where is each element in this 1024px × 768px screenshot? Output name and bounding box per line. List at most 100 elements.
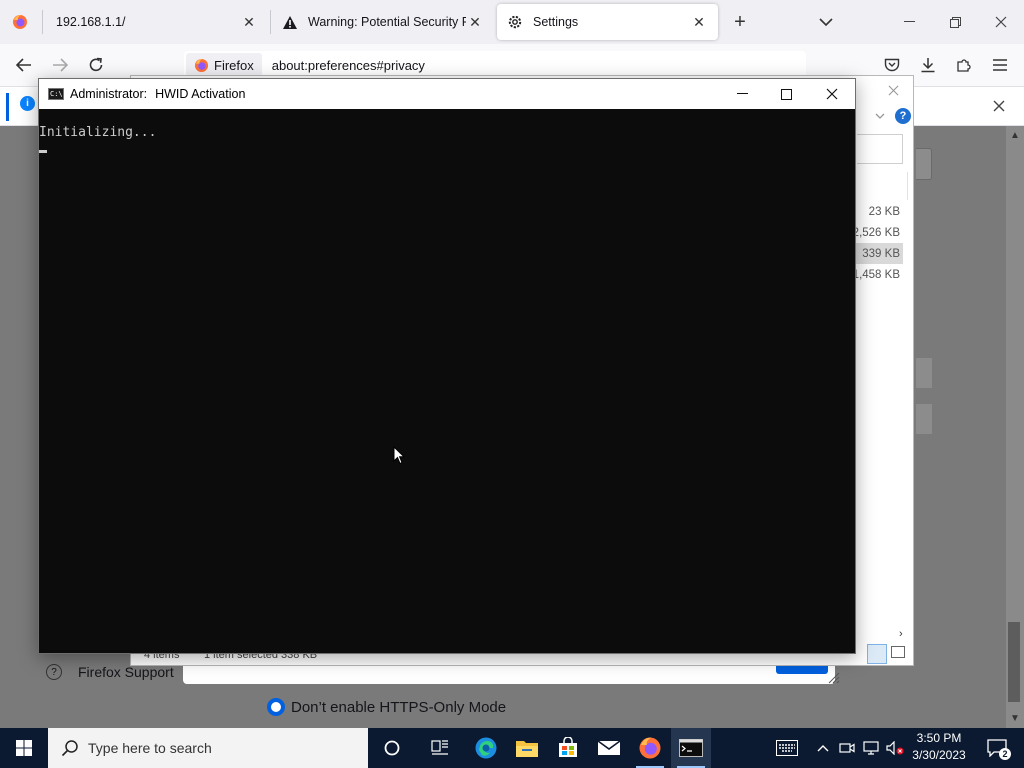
thumbnail-view-icon[interactable] — [891, 646, 905, 658]
new-tab-button[interactable]: + — [726, 0, 754, 44]
start-button[interactable] — [0, 728, 48, 768]
scrollbar-thumb[interactable] — [1008, 622, 1020, 702]
downloads-button[interactable] — [912, 44, 944, 86]
search-placeholder: Type here to search — [88, 740, 212, 756]
close-icon — [995, 16, 1007, 28]
restore-window-button[interactable] — [932, 0, 978, 44]
app-menu-button[interactable] — [984, 44, 1016, 86]
close-icon — [888, 85, 898, 95]
restore-icon — [949, 16, 961, 28]
terminal-icon — [679, 739, 703, 757]
tab-title: Settings — [533, 15, 579, 29]
minimize-icon — [903, 21, 915, 22]
back-button[interactable] — [8, 44, 40, 86]
dialog-close-button[interactable] — [883, 80, 903, 100]
scroll-down-arrow-icon[interactable]: ▼ — [1006, 713, 1024, 724]
network-icon — [863, 741, 879, 755]
firefox-support-link[interactable]: ? Firefox Support — [46, 664, 174, 680]
radio-button[interactable] — [267, 698, 285, 716]
scroll-up-arrow-icon[interactable]: ▲ — [1006, 130, 1024, 141]
keyboard-icon — [776, 740, 798, 756]
keyboard-language-button[interactable] — [772, 728, 802, 768]
close-notification-button[interactable] — [988, 95, 1010, 117]
console-output[interactable]: Initializing... — [39, 109, 855, 653]
console-window[interactable]: C:\ Administrator: HWID Activation Initi… — [38, 78, 856, 654]
meet-now-button[interactable] — [836, 728, 858, 768]
console-maximize-button[interactable] — [763, 79, 809, 109]
maximize-icon — [780, 88, 792, 100]
identity-box[interactable]: Firefox — [186, 53, 262, 77]
list-all-tabs-button[interactable] — [812, 0, 840, 44]
dialog-scroll-right-icon[interactable]: › — [899, 628, 903, 640]
close-tab-icon[interactable]: ✕ — [240, 14, 258, 31]
https-only-radio-option[interactable]: Don’t enable HTTPS-Only Mode — [267, 698, 506, 716]
puzzle-icon — [957, 59, 971, 72]
volume-muted-icon — [886, 741, 904, 755]
resize-grip-icon — [828, 672, 840, 684]
taskbar-mail[interactable] — [589, 728, 629, 768]
action-center-button[interactable]: 2 — [982, 728, 1012, 768]
taskbar-store[interactable] — [548, 728, 588, 768]
chevron-down-icon — [819, 18, 833, 27]
back-arrow-icon — [16, 58, 31, 72]
hamburger-menu-icon — [993, 59, 1007, 71]
taskbar-file-explorer[interactable] — [507, 728, 547, 768]
dimmed-field — [916, 148, 932, 180]
firefox-icon — [13, 15, 27, 29]
console-title: HWID Activation — [155, 87, 246, 101]
tab-router[interactable]: 192.168.1.1/ ✕ — [44, 0, 268, 44]
tab-security-warning[interactable]: Warning: Potential Security Risk Ahead ✕ — [272, 0, 494, 44]
chevron-up-icon — [817, 745, 829, 752]
firefox-icon — [194, 58, 209, 72]
download-icon — [921, 58, 935, 73]
extensions-button[interactable] — [948, 44, 980, 86]
info-icon: i — [20, 96, 35, 111]
taskbar-firefox[interactable] — [630, 728, 670, 768]
dimmed-button — [916, 404, 932, 434]
help-icon: ? — [46, 664, 62, 680]
taskbar: Type here to search 3:50 PM 3/30/2023 2 — [0, 728, 1024, 768]
text-cursor — [39, 150, 47, 153]
search-icon — [61, 740, 78, 757]
volume-button[interactable] — [884, 728, 906, 768]
taskbar-search-box[interactable]: Type here to search — [48, 728, 368, 768]
forward-arrow-icon — [53, 58, 68, 72]
close-tab-icon[interactable]: ✕ — [466, 14, 484, 31]
task-view-icon — [431, 740, 448, 755]
plus-icon: + — [734, 10, 746, 33]
close-tab-icon[interactable]: ✕ — [690, 14, 708, 31]
url-text[interactable]: about:preferences#privacy — [272, 58, 425, 73]
dialog-divider — [907, 172, 908, 200]
mouse-pointer-icon — [393, 446, 405, 465]
clock-date: 3/30/2023 — [912, 748, 966, 762]
dialog-search-box[interactable] — [857, 134, 903, 164]
taskbar-edge[interactable] — [466, 728, 506, 768]
taskbar-command-prompt[interactable] — [671, 728, 711, 768]
close-window-button[interactable] — [978, 0, 1024, 44]
firefox-view-button[interactable] — [0, 0, 40, 44]
dimmed-input — [183, 664, 835, 684]
tab-title: 192.168.1.1/ — [56, 15, 126, 29]
dialog-chevron[interactable] — [875, 108, 885, 123]
console-title-bar[interactable]: C:\ Administrator: HWID Activation — [39, 79, 855, 109]
minimize-icon — [736, 93, 748, 94]
show-hidden-icons-button[interactable] — [812, 728, 834, 768]
dialog-help-icon[interactable]: ? — [895, 108, 911, 124]
support-label: Firefox Support — [78, 664, 174, 680]
folder-icon — [516, 741, 538, 757]
tab-settings[interactable]: Settings ✕ — [497, 4, 718, 40]
warning-icon — [283, 15, 297, 29]
reload-icon — [89, 57, 103, 72]
minimize-window-button[interactable] — [886, 0, 932, 44]
network-button[interactable] — [860, 728, 882, 768]
console-close-button[interactable] — [809, 79, 855, 109]
task-view-button[interactable] — [420, 728, 460, 768]
command-prompt-icon: C:\ — [48, 88, 64, 100]
tab-separator — [270, 10, 271, 34]
camera-icon — [839, 743, 855, 753]
details-view-icon[interactable] — [867, 644, 887, 664]
system-clock[interactable]: 3:50 PM 3/30/2023 — [906, 730, 972, 764]
console-minimize-button[interactable] — [719, 79, 765, 109]
radio-label: Don’t enable HTTPS-Only Mode — [291, 698, 507, 716]
cortana-button[interactable] — [372, 728, 412, 768]
